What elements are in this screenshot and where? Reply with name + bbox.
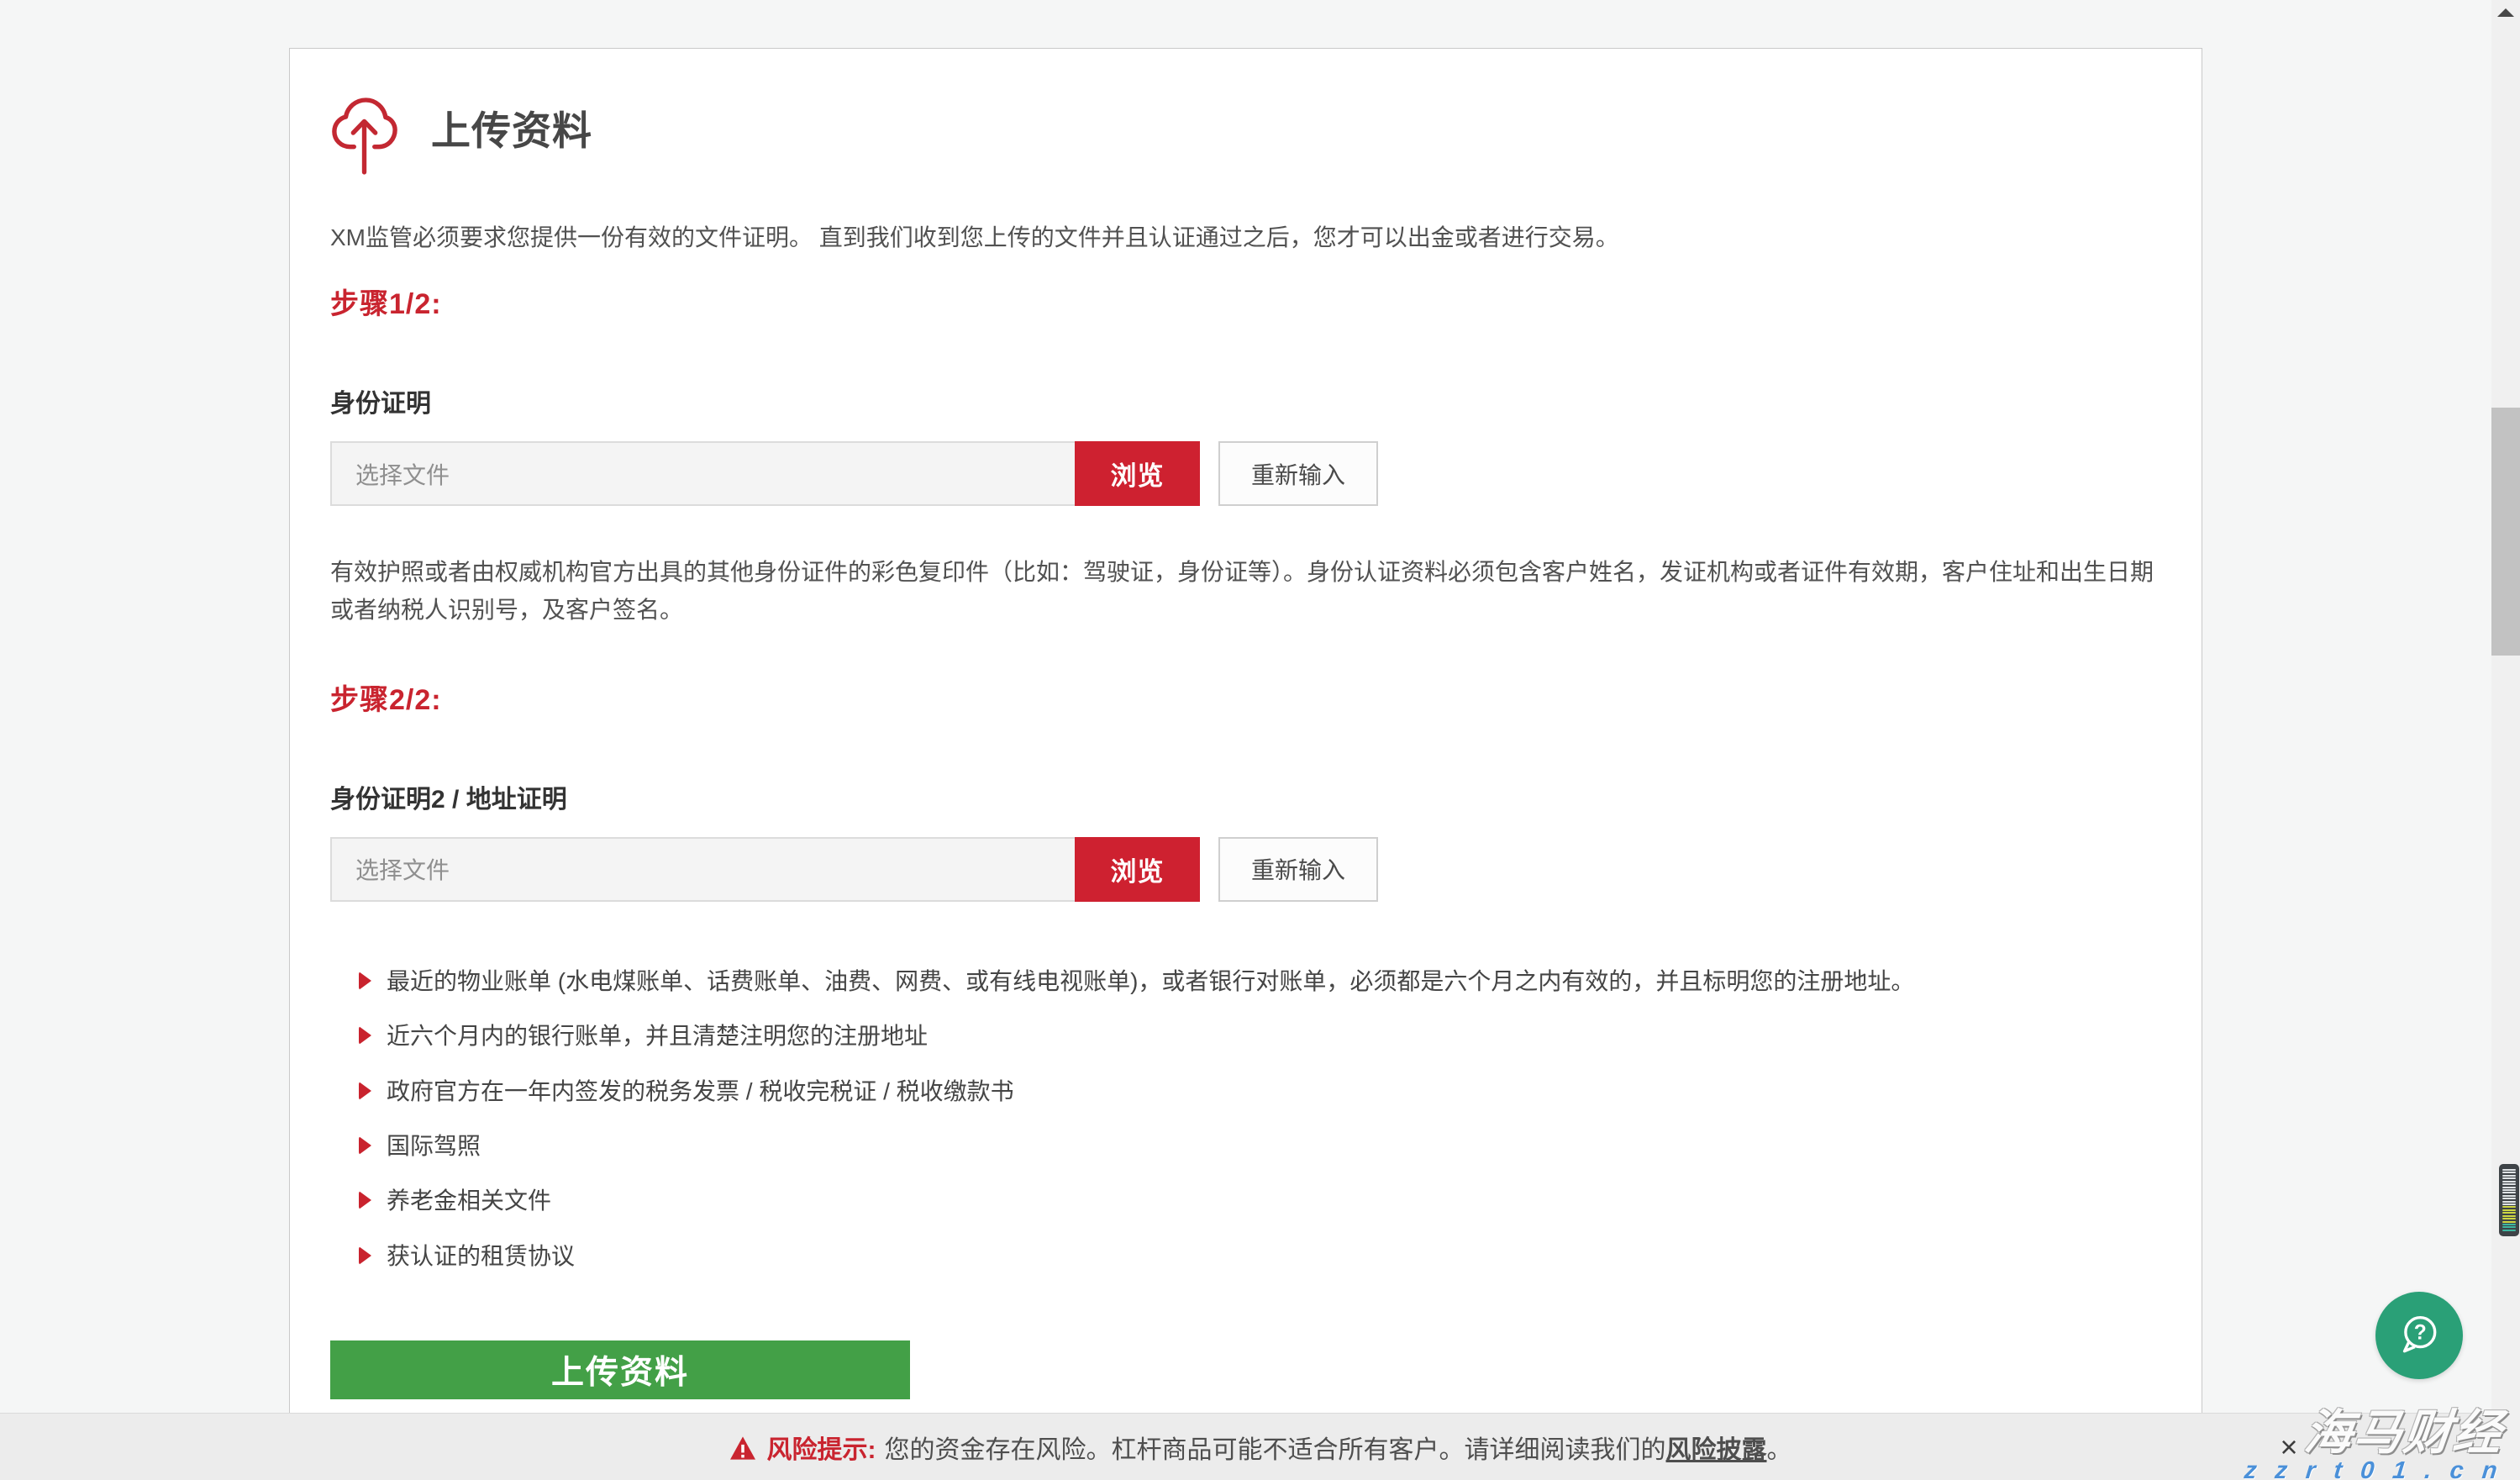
bullet-arrow-icon (359, 972, 371, 990)
list-item-text: 政府官方在一年内签发的税务发票 / 税收完税证 / 税收缴款书 (387, 1079, 1014, 1103)
bullet-arrow-icon (359, 1136, 371, 1155)
page-title: 上传资料 (431, 98, 592, 156)
risk-disclosure-link[interactable]: 风险披露 (1666, 1429, 1767, 1466)
file-placeholder: 选择文件 (332, 839, 1076, 900)
step-1-heading: 步骤1/2: (330, 281, 2161, 322)
chat-help-icon: ? (2393, 1309, 2445, 1361)
identity-proof-description: 有效护照或者由权威机构官方出具的其他身份证件的彩色复印件（比如：驾驶证，身份证等… (330, 553, 2161, 629)
bullet-arrow-icon (359, 1026, 371, 1045)
address-proof-file-input[interactable]: 选择文件 浏览 (330, 837, 1200, 902)
scroll-up-icon[interactable] (2497, 8, 2514, 17)
chat-help-button[interactable]: ? (2375, 1292, 2463, 1379)
risk-label: 风险提示: (767, 1429, 876, 1466)
card-header: 上传资料 (330, 92, 2161, 176)
identity-proof-file-row: 选择文件 浏览 重新输入 (330, 441, 2161, 506)
intro-text: XM监管必须要求您提供一份有效的文件证明。 直到我们收到您上传的文件并且认证通过… (330, 220, 2161, 255)
list-item: 近六个月内的银行账单，并且清楚注明您的注册地址 (330, 1024, 2161, 1048)
cloud-upload-icon (330, 92, 399, 176)
risk-text: 您的资金存在风险。杠杆商品可能不适合所有客户。请详细阅读我们的 (885, 1429, 1666, 1466)
close-icon[interactable]: × (2269, 1414, 2309, 1480)
file-placeholder: 选择文件 (332, 443, 1076, 504)
address-proof-label: 身份证明2 / 地址证明 (330, 778, 2161, 815)
reset-button[interactable]: 重新输入 (1218, 837, 1378, 902)
risk-text-suffix: 。 (1767, 1429, 1792, 1466)
bullet-arrow-icon (359, 1082, 371, 1100)
browse-button[interactable]: 浏览 (1075, 837, 1200, 902)
list-item-text: 近六个月内的银行账单，并且清楚注明您的注册地址 (387, 1024, 928, 1048)
step-2-heading: 步骤2/2: (330, 677, 2161, 718)
list-item-text: 最近的物业账单 (水电煤账单、话费账单、油费、网费、或有线电视账单)，或者银行对… (387, 969, 1914, 993)
list-item: 获认证的租赁协议 (330, 1244, 2161, 1268)
browse-button[interactable]: 浏览 (1075, 441, 1200, 506)
list-item-text: 养老金相关文件 (387, 1188, 551, 1213)
address-proof-file-row: 选择文件 浏览 重新输入 (330, 837, 2161, 902)
upload-documents-card: 上传资料 XM监管必须要求您提供一份有效的文件证明。 直到我们收到您上传的文件并… (289, 48, 2202, 1480)
list-item-text: 获认证的租赁协议 (387, 1244, 575, 1268)
identity-proof-label: 身份证明 (330, 382, 2161, 419)
scrollbar[interactable] (2491, 0, 2520, 1480)
list-item: 政府官方在一年内签发的税务发票 / 税收完税证 / 税收缴款书 (330, 1079, 2161, 1103)
identity-proof-file-input[interactable]: 选择文件 浏览 (330, 441, 1200, 506)
upload-documents-page: { "header": { "title": "上传资料" }, "intro"… (0, 0, 2520, 1480)
list-item-text: 国际驾照 (387, 1134, 481, 1158)
list-item: 最近的物业账单 (水电煤账单、话费账单、油费、网费、或有线电视账单)，或者银行对… (330, 969, 2161, 993)
extension-scroll-widget[interactable] (2499, 1164, 2519, 1236)
reset-button[interactable]: 重新输入 (1218, 441, 1378, 506)
risk-warning-bar: 风险提示: 您的资金存在风险。杠杆商品可能不适合所有客户。请详细阅读我们的风险披… (0, 1413, 2520, 1480)
list-item: 国际驾照 (330, 1134, 2161, 1158)
upload-documents-button[interactable]: 上传资料 (330, 1340, 910, 1399)
svg-text:?: ? (2414, 1322, 2427, 1345)
bullet-arrow-icon (359, 1246, 371, 1265)
list-item: 养老金相关文件 (330, 1188, 2161, 1213)
bullet-arrow-icon (359, 1191, 371, 1209)
accepted-documents-list: 最近的物业账单 (水电煤账单、话费账单、油费、网费、或有线电视账单)，或者银行对… (330, 969, 2161, 1268)
warning-icon (729, 1435, 757, 1461)
scrollbar-thumb[interactable] (2491, 408, 2520, 656)
